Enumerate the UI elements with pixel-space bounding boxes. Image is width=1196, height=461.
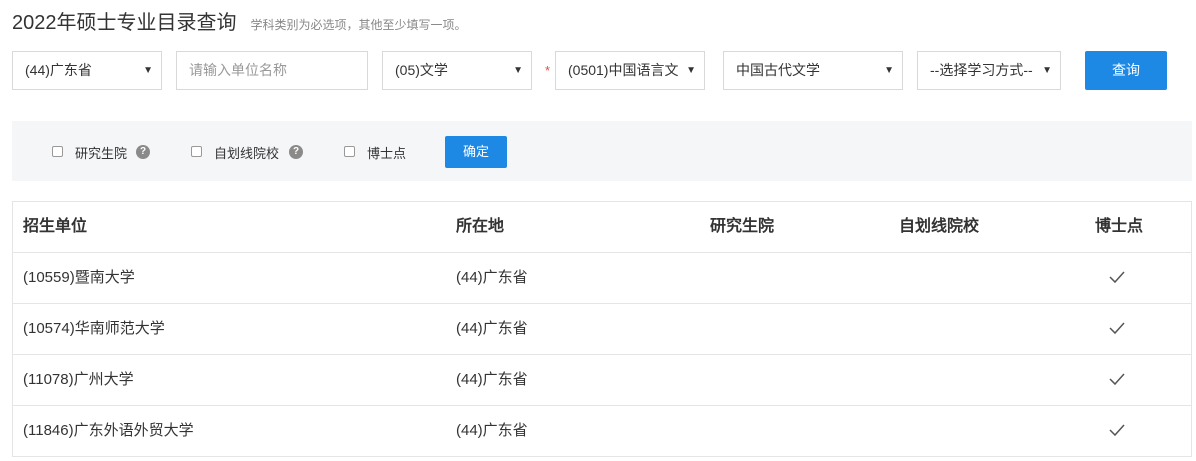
self-line-checkbox[interactable] <box>191 146 202 157</box>
province-select[interactable]: (44)广东省 ▼ <box>12 51 162 90</box>
self-line-label: 自划线院校 <box>214 146 280 161</box>
check-icon <box>1109 424 1125 437</box>
header-location: 所在地 <box>456 218 505 235</box>
chevron-down-icon: ▼ <box>884 65 894 76</box>
table-header-row: 招生单位 所在地 研究生院 自划线院校 博士点 <box>13 202 1191 253</box>
table-row: (11846)广东外语外贸大学 (44)广东省 <box>13 406 1191 457</box>
doctoral-label: 博士点 <box>367 146 407 161</box>
category-select[interactable]: (05)文学 ▼ <box>382 51 532 90</box>
graduate-school-checkbox[interactable] <box>52 146 63 157</box>
table-row: (10559)暨南大学 (44)广东省 <box>13 253 1191 304</box>
location-cell: (44)广东省 <box>456 371 528 388</box>
header-unit: 招生单位 <box>23 218 88 235</box>
location-cell: (44)广东省 <box>456 422 528 439</box>
unit-name-placeholder: 请输入单位名称 <box>189 62 287 78</box>
major-select[interactable]: 中国古代文学 ▼ <box>723 51 903 90</box>
category-select-value: (05)文学 <box>395 62 448 78</box>
chevron-down-icon: ▼ <box>686 65 696 76</box>
query-button[interactable]: 查询 <box>1085 51 1167 90</box>
required-asterisk: * <box>545 63 551 78</box>
table-row: (11078)广州大学 (44)广东省 <box>13 355 1191 406</box>
help-icon[interactable]: ? <box>136 145 150 159</box>
title-row: 2022年硕士专业目录查询 学科类别为必选项，其他至少填写一项。 <box>12 6 467 34</box>
unit-link[interactable]: (10574)华南师范大学 <box>23 304 165 354</box>
results-table: 招生单位 所在地 研究生院 自划线院校 博士点 (10559)暨南大学 (44)… <box>12 201 1192 457</box>
discipline-select-value: (0501)中国语言文 <box>568 62 679 78</box>
header-self-line: 自划线院校 <box>899 218 980 235</box>
unit-link[interactable]: (10559)暨南大学 <box>23 253 135 303</box>
chevron-down-icon: ▼ <box>1042 65 1052 76</box>
major-select-value: 中国古代文学 <box>736 62 820 78</box>
page-title: 2022年硕士专业目录查询 <box>12 12 237 34</box>
header-doctoral: 博士点 <box>1095 218 1144 235</box>
unit-name-input[interactable]: 请输入单位名称 <box>176 51 368 90</box>
location-cell: (44)广东省 <box>456 320 528 337</box>
check-icon <box>1109 373 1125 386</box>
study-mode-select-value: --选择学习方式-- <box>930 62 1033 78</box>
chevron-down-icon: ▼ <box>143 65 153 76</box>
header-graduate-school: 研究生院 <box>710 218 775 235</box>
chevron-down-icon: ▼ <box>513 65 523 76</box>
graduate-school-label: 研究生院 <box>75 146 128 161</box>
unit-link[interactable]: (11078)广州大学 <box>23 355 134 405</box>
check-icon <box>1109 271 1125 284</box>
filter-panel: 研究生院 ? 自划线院校 ? 博士点 确定 <box>12 121 1192 181</box>
unit-link[interactable]: (11846)广东外语外贸大学 <box>23 406 194 456</box>
province-select-value: (44)广东省 <box>25 62 92 78</box>
confirm-button[interactable]: 确定 <box>445 136 507 168</box>
study-mode-select[interactable]: --选择学习方式-- ▼ <box>917 51 1061 90</box>
location-cell: (44)广东省 <box>456 269 528 286</box>
discipline-select[interactable]: (0501)中国语言文 ▼ <box>555 51 705 90</box>
check-icon <box>1109 322 1125 335</box>
help-icon[interactable]: ? <box>289 145 303 159</box>
doctoral-checkbox[interactable] <box>344 146 355 157</box>
table-row: (10574)华南师范大学 (44)广东省 <box>13 304 1191 355</box>
page-hint: 学科类别为必选项，其他至少填写一项。 <box>250 18 467 32</box>
